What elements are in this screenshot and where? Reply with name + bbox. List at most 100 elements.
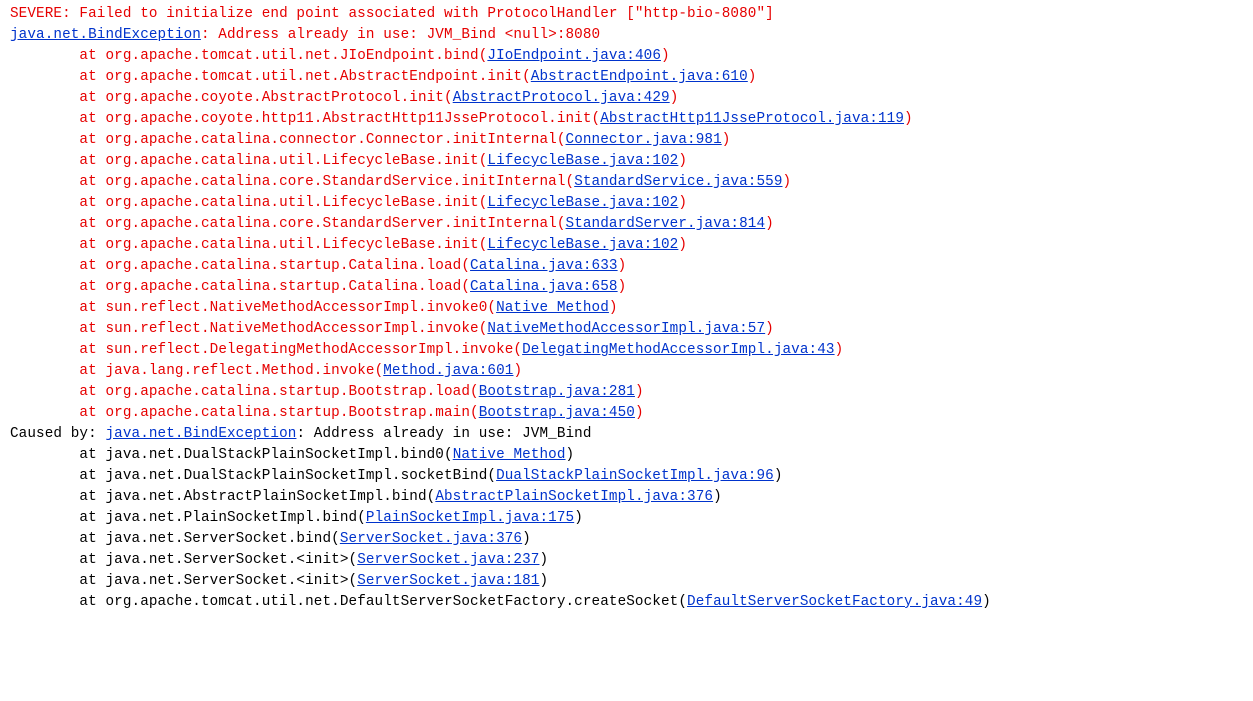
source-link[interactable]: DefaultServerSocketFactory.java:49: [687, 594, 982, 610]
source-link[interactable]: AbstractProtocol.java:429: [453, 90, 670, 106]
source-link[interactable]: DualStackPlainSocketImpl.java:96: [496, 468, 774, 484]
close-paren: ): [539, 573, 548, 589]
at-prefix: at: [10, 342, 105, 358]
source-link[interactable]: Method.java:601: [383, 363, 513, 379]
at-prefix: at: [10, 300, 105, 316]
source-link[interactable]: StandardService.java:559: [574, 174, 782, 190]
stack-frame-call: org.apache.catalina.util.LifecycleBase.i…: [105, 153, 478, 169]
exception-class-link[interactable]: java.net.BindException: [10, 27, 201, 43]
source-link[interactable]: AbstractPlainSocketImpl.java:376: [435, 489, 713, 505]
stack-frame-call: org.apache.coyote.AbstractProtocol.init: [105, 90, 444, 106]
close-paren: ): [678, 237, 687, 253]
open-paren: (: [461, 258, 470, 274]
source-link[interactable]: Bootstrap.java:450: [479, 405, 635, 421]
stack-frame-call: java.net.ServerSocket.bind: [105, 531, 331, 547]
source-link[interactable]: AbstractEndpoint.java:610: [531, 69, 748, 85]
close-paren: ): [765, 216, 774, 232]
close-paren: ): [618, 258, 627, 274]
source-link[interactable]: ServerSocket.java:181: [357, 573, 539, 589]
source-link[interactable]: LifecycleBase.java:102: [487, 153, 678, 169]
at-prefix: at: [10, 216, 105, 232]
open-paren: (: [487, 300, 496, 316]
stack-frame-call: org.apache.catalina.core.StandardServer.…: [105, 216, 556, 232]
close-paren: ): [574, 510, 583, 526]
at-prefix: at: [10, 573, 105, 589]
open-paren: (: [470, 405, 479, 421]
source-link[interactable]: Native Method: [453, 447, 566, 463]
source-link[interactable]: Bootstrap.java:281: [479, 384, 635, 400]
close-paren: ): [635, 405, 644, 421]
close-paren: ): [765, 321, 774, 337]
stack-frame-call: java.lang.reflect.Method.invoke: [105, 363, 374, 379]
source-link[interactable]: DelegatingMethodAccessorImpl.java:43: [522, 342, 834, 358]
source-link[interactable]: PlainSocketImpl.java:175: [366, 510, 574, 526]
stack-frame-call: org.apache.catalina.util.LifecycleBase.i…: [105, 195, 478, 211]
open-paren: (: [592, 111, 601, 127]
at-prefix: at: [10, 69, 105, 85]
close-paren: ): [618, 279, 627, 295]
exception-class-link[interactable]: java.net.BindException: [105, 426, 296, 442]
source-link[interactable]: Catalina.java:633: [470, 258, 618, 274]
source-link[interactable]: JIoEndpoint.java:406: [487, 48, 661, 64]
caused-by-prefix: Caused by:: [10, 426, 105, 442]
stack-frame-call: org.apache.catalina.util.LifecycleBase.i…: [105, 237, 478, 253]
source-link[interactable]: ServerSocket.java:376: [340, 531, 522, 547]
close-paren: ): [904, 111, 913, 127]
source-link[interactable]: Connector.java:981: [566, 132, 722, 148]
close-paren: ): [566, 447, 575, 463]
source-link[interactable]: StandardServer.java:814: [566, 216, 766, 232]
at-prefix: at: [10, 237, 105, 253]
source-link[interactable]: LifecycleBase.java:102: [487, 195, 678, 211]
close-paren: ): [774, 468, 783, 484]
open-paren: (: [557, 216, 566, 232]
at-prefix: at: [10, 510, 105, 526]
stack-frame-call: java.net.ServerSocket.<init>: [105, 573, 348, 589]
source-link[interactable]: AbstractHttp11JsseProtocol.java:119: [600, 111, 904, 127]
at-prefix: at: [10, 405, 105, 421]
close-paren: ): [513, 363, 522, 379]
open-paren: (: [331, 531, 340, 547]
stack-frame-call: org.apache.catalina.startup.Bootstrap.ma…: [105, 405, 470, 421]
at-prefix: at: [10, 111, 105, 127]
close-paren: ): [609, 300, 618, 316]
at-prefix: at: [10, 279, 105, 295]
stack-frame-call: org.apache.catalina.connector.Connector.…: [105, 132, 556, 148]
exception-message: : Address already in use: JVM_Bind <null…: [201, 27, 600, 43]
stack-frame-call: org.apache.tomcat.util.net.DefaultServer…: [105, 594, 678, 610]
stack-frame-call: java.net.DualStackPlainSocketImpl.socket…: [105, 468, 487, 484]
severe-line: SEVERE: Failed to initialize end point a…: [10, 6, 774, 22]
source-link[interactable]: LifecycleBase.java:102: [487, 237, 678, 253]
open-paren: (: [470, 384, 479, 400]
open-paren: (: [461, 279, 470, 295]
close-paren: ): [678, 195, 687, 211]
close-paren: ): [713, 489, 722, 505]
source-link[interactable]: Native Method: [496, 300, 609, 316]
stack-frame-call: java.net.DualStackPlainSocketImpl.bind0: [105, 447, 444, 463]
stack-frame-call: org.apache.tomcat.util.net.AbstractEndpo…: [105, 69, 522, 85]
at-prefix: at: [10, 552, 105, 568]
source-link[interactable]: ServerSocket.java:237: [357, 552, 539, 568]
at-prefix: at: [10, 321, 105, 337]
open-paren: (: [678, 594, 687, 610]
open-paren: (: [375, 363, 384, 379]
open-paren: (: [349, 552, 358, 568]
source-link[interactable]: NativeMethodAccessorImpl.java:57: [487, 321, 765, 337]
stack-frame-call: sun.reflect.NativeMethodAccessorImpl.inv…: [105, 321, 478, 337]
close-paren: ): [678, 153, 687, 169]
open-paren: (: [444, 447, 453, 463]
source-link[interactable]: Catalina.java:658: [470, 279, 618, 295]
open-paren: (: [557, 132, 566, 148]
at-prefix: at: [10, 48, 105, 64]
stack-frame-call: java.net.AbstractPlainSocketImpl.bind: [105, 489, 426, 505]
stack-frame-call: org.apache.catalina.core.StandardService…: [105, 174, 565, 190]
close-paren: ): [748, 69, 757, 85]
at-prefix: at: [10, 594, 105, 610]
at-prefix: at: [10, 258, 105, 274]
stack-frame-call: org.apache.catalina.startup.Bootstrap.lo…: [105, 384, 470, 400]
close-paren: ): [982, 594, 991, 610]
at-prefix: at: [10, 363, 105, 379]
close-paren: ): [539, 552, 548, 568]
close-paren: ): [661, 48, 670, 64]
at-prefix: at: [10, 132, 105, 148]
open-paren: (: [487, 468, 496, 484]
